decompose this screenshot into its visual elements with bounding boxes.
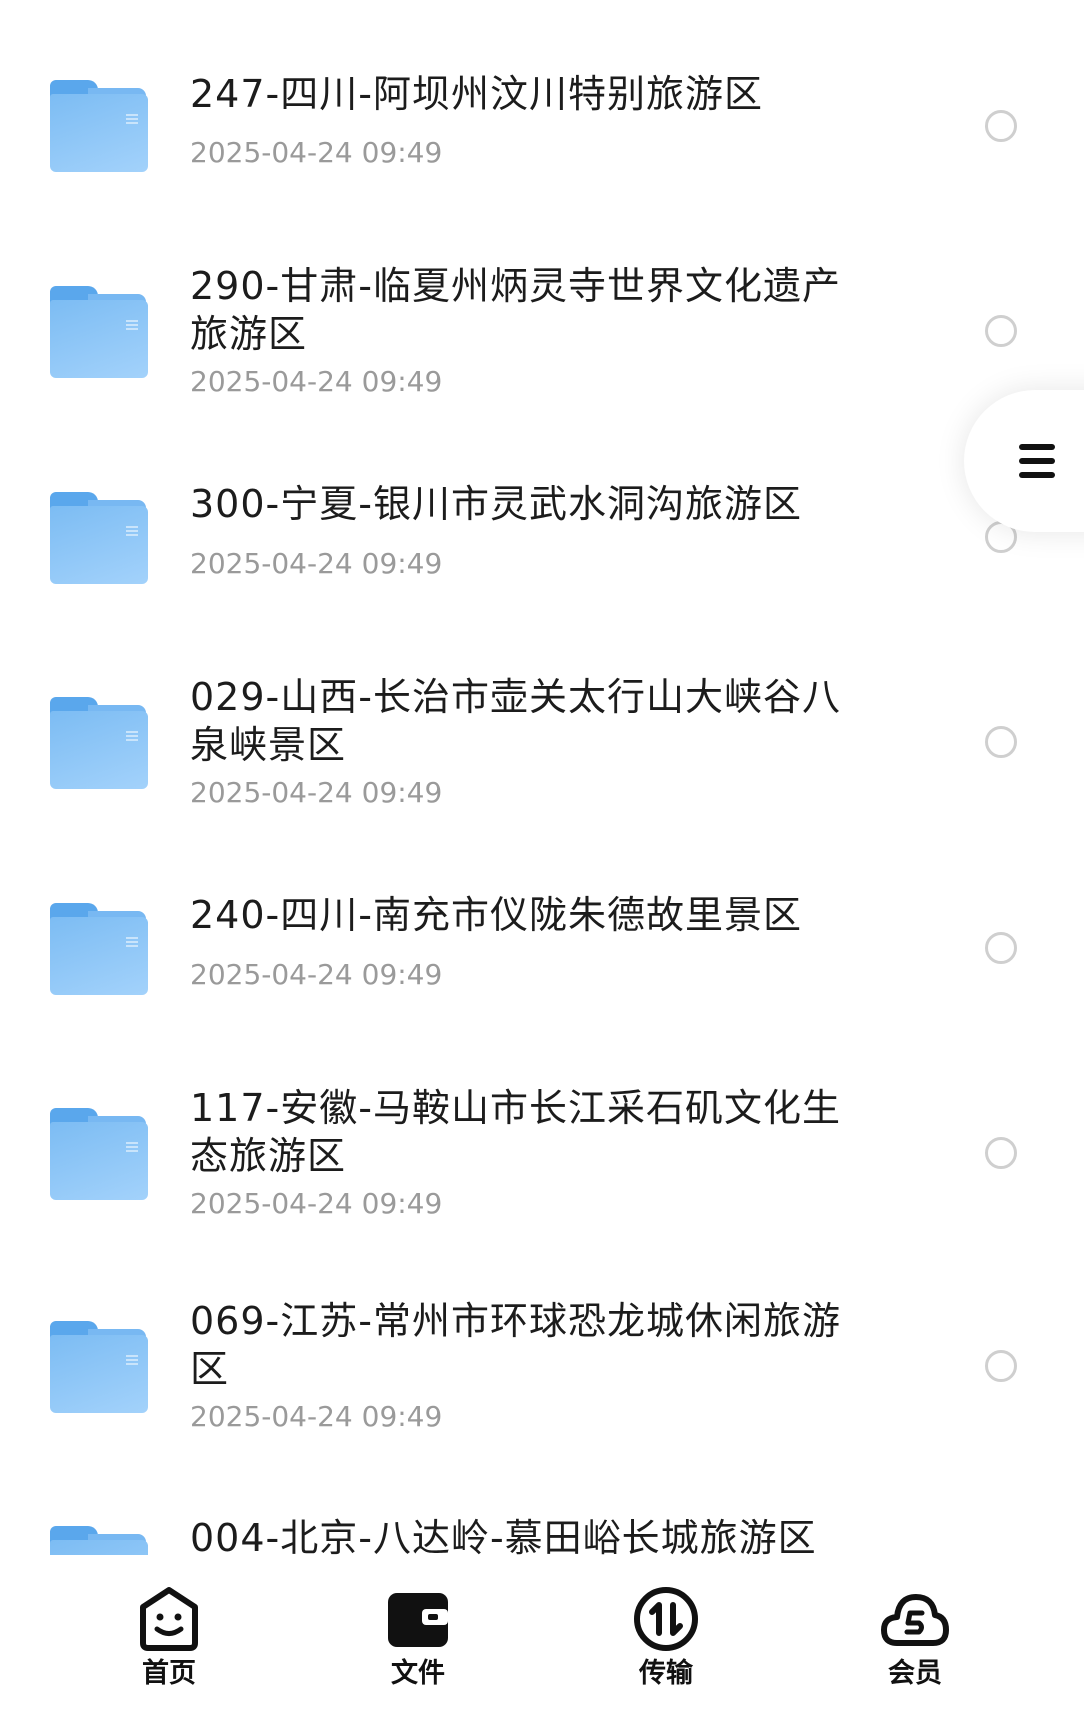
select-radio[interactable] — [985, 110, 1017, 142]
transfer-icon — [634, 1587, 698, 1651]
select-radio[interactable] — [985, 1137, 1017, 1169]
select-radio[interactable] — [985, 932, 1017, 964]
file-name: 247-四川-阿坝州汶川特别旅游区 — [190, 72, 763, 116]
select-radio[interactable] — [985, 726, 1017, 758]
file-name: 029-山西-长治市壶关太行山大峡谷八泉峡景区 — [190, 675, 841, 767]
file-name: 004-北京-八达岭-慕田峪长城旅游区 — [190, 1516, 817, 1555]
select-radio[interactable] — [985, 315, 1017, 347]
folder-icon — [50, 697, 148, 789]
file-date: 2025-04-24 09:49 — [190, 958, 443, 991]
home-smile-icon — [140, 1587, 198, 1651]
tab-transfer-label: 传输 — [639, 1658, 693, 1689]
file-name: 117-安徽-马鞍山市长江采石矶文化生态旅游区 — [190, 1086, 841, 1178]
file-date: 2025-04-24 09:49 — [190, 547, 443, 580]
file-list: 247-四川-阿坝州汶川特别旅游区 2025-04-24 09:49 290-甘… — [0, 0, 1084, 1555]
tab-home-label: 首页 — [142, 1658, 196, 1689]
file-name: 240-四川-南充市仪陇朱德故里景区 — [190, 893, 802, 937]
folder-icon — [50, 1526, 148, 1555]
wallet-icon — [388, 1593, 448, 1647]
menu-icon — [1019, 444, 1055, 486]
cloud-s-icon — [881, 1594, 949, 1646]
tab-transfer[interactable]: 传输 — [606, 1585, 726, 1691]
folder-icon — [50, 80, 148, 172]
select-radio[interactable] — [985, 1350, 1017, 1382]
tab-member-label: 会员 — [888, 1658, 942, 1689]
file-date: 2025-04-24 09:49 — [190, 365, 443, 398]
tab-member[interactable]: 会员 — [855, 1585, 975, 1691]
folder-icon — [50, 903, 148, 995]
file-date: 2025-04-24 09:49 — [190, 1187, 443, 1220]
tab-files-label: 文件 — [391, 1658, 445, 1689]
file-date: 2025-04-24 09:49 — [190, 776, 443, 809]
tab-home[interactable]: 首页 — [109, 1585, 229, 1691]
folder-icon — [50, 1108, 148, 1200]
bottom-tab-bar: 首页 文件 传输 会员 — [0, 1555, 1084, 1713]
folder-icon — [50, 1321, 148, 1413]
file-date: 2025-04-24 09:49 — [190, 136, 443, 169]
file-date: 2025-04-24 09:49 — [190, 1400, 443, 1433]
file-name: 300-宁夏-银川市灵武水洞沟旅游区 — [190, 482, 802, 526]
file-name: 069-江苏-常州市环球恐龙城休闲旅游区 — [190, 1299, 841, 1391]
file-name: 290-甘肃-临夏州炳灵寺世界文化遗产旅游区 — [190, 264, 841, 356]
folder-icon — [50, 492, 148, 584]
tab-files[interactable]: 文件 — [358, 1585, 478, 1691]
folder-icon — [50, 286, 148, 378]
